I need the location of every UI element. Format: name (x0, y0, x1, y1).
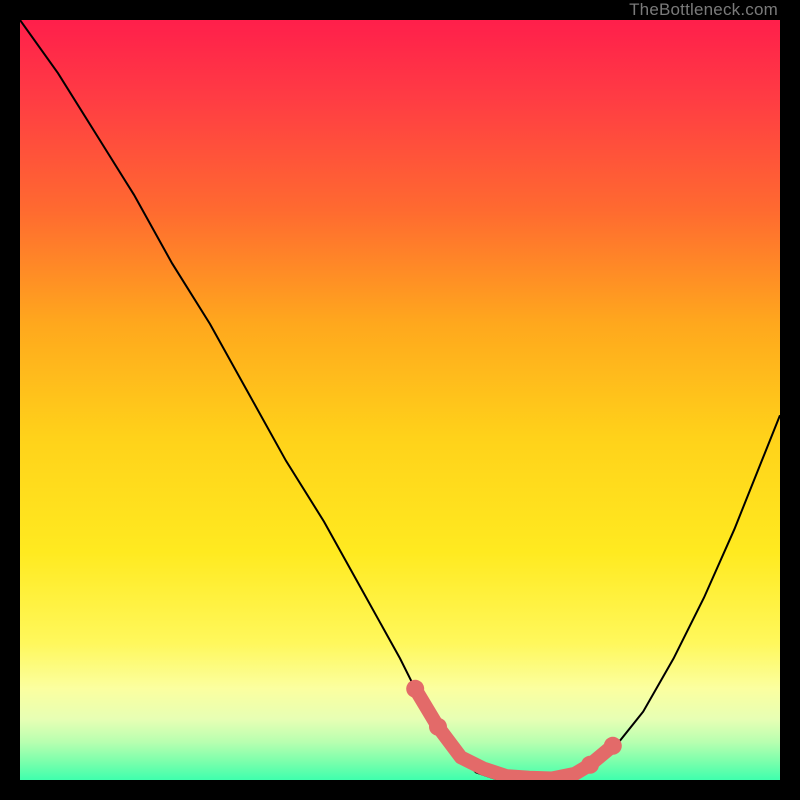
chart-frame: TheBottleneck.com (0, 0, 800, 800)
watermark-text: TheBottleneck.com (629, 0, 778, 20)
highlight-dot (604, 737, 622, 755)
bottleneck-curve (20, 20, 780, 780)
highlight-dot (406, 680, 424, 698)
highlight-markers (406, 680, 622, 779)
highlight-dot (581, 756, 599, 774)
highlight-dot (429, 718, 447, 736)
plot-area (20, 20, 780, 780)
curve-layer (20, 20, 780, 780)
